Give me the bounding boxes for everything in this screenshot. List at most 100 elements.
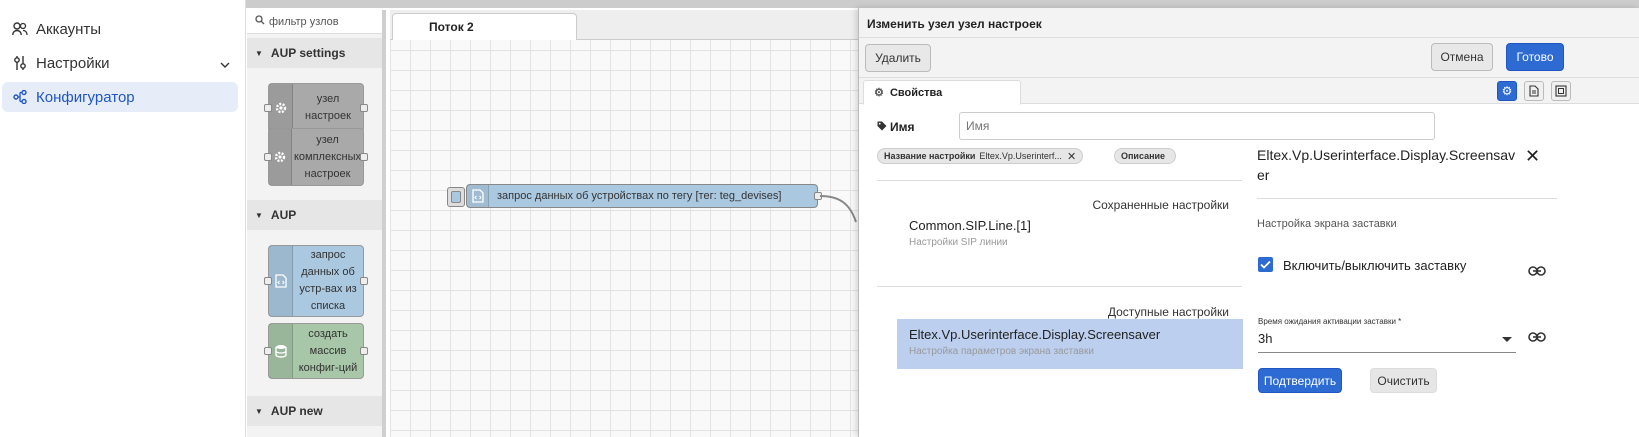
setting-title: Common.SIP.Line.[1] xyxy=(909,218,1031,233)
sidebar-item-label: Настройки xyxy=(36,54,110,72)
chip-setting-name: Название настройки Eltex.Vp.Userinterf..… xyxy=(877,148,1084,164)
gear-icon: ⚙ xyxy=(874,87,884,99)
description-tab-button[interactable] xyxy=(1524,81,1544,101)
output-port[interactable] xyxy=(360,347,368,355)
output-port[interactable] xyxy=(360,277,368,285)
triangle-down-icon: ▼ xyxy=(255,210,263,220)
timeout-select-value: 3h xyxy=(1258,331,1273,346)
sliders-icon xyxy=(10,55,30,71)
inject-button[interactable] xyxy=(447,187,465,207)
tray-title: Изменить узел узел настроек xyxy=(859,8,1639,38)
confirm-button[interactable]: Подтвердить xyxy=(1258,368,1342,393)
input-port[interactable] xyxy=(264,347,272,355)
palette-node-label: создать массив конфиг-ций xyxy=(298,327,358,374)
tab-properties[interactable]: ⚙ Свойства xyxy=(863,80,1021,105)
flow-node-label: запрос данных об устройствах по тегу [те… xyxy=(497,190,782,202)
palette-node-label: узел настроек xyxy=(305,93,351,122)
done-button[interactable]: Готово xyxy=(1506,43,1564,71)
link-icon[interactable] xyxy=(1528,265,1546,277)
palette-filter[interactable]: фильтр узлов xyxy=(247,10,382,34)
setting-subtitle: Настройки SIP линии xyxy=(909,237,1008,248)
sidebar-item-accounts[interactable]: Аккаунты xyxy=(2,14,238,44)
screensaver-checkbox-label: Включить/выключить заставку xyxy=(1283,258,1467,273)
setting-title: Eltex.Vp.Userinterface.Display.Screensav… xyxy=(909,327,1161,342)
palette-category-label: AUP settings xyxy=(270,46,346,60)
tag-icon xyxy=(877,120,887,134)
sidebar-item-label: Аккаунты xyxy=(36,20,102,38)
flow-workspace[interactable]: Поток 2 запрос данных об устройствах по … xyxy=(390,10,858,437)
output-port[interactable] xyxy=(360,153,368,161)
output-port[interactable] xyxy=(360,104,368,112)
chevron-down-icon[interactable] xyxy=(220,55,230,72)
flow-node-request-by-tag[interactable]: запрос данных об устройствах по тегу [те… xyxy=(447,184,822,208)
check-icon xyxy=(1260,260,1271,269)
palette-node-label: узел комплексных настроек xyxy=(293,133,361,180)
tray-tabs: ⚙ Свойства ⚙ xyxy=(859,78,1639,105)
chip-description: Описание xyxy=(1114,148,1177,164)
available-settings-title: Доступные настройки xyxy=(1107,305,1229,319)
palette-filter-placeholder: фильтр узлов xyxy=(269,15,339,28)
dropdown-arrow-icon xyxy=(1502,337,1512,342)
setting-subtitle: Настройка параметров экрана заставки xyxy=(909,346,1094,357)
gear-icon xyxy=(269,129,292,185)
name-label: Имя xyxy=(877,120,915,134)
appearance-tab-button[interactable] xyxy=(1551,81,1571,101)
chip-key: Название настройки xyxy=(884,151,976,161)
flow-icon xyxy=(10,90,30,104)
name-field[interactable] xyxy=(959,112,1435,140)
saved-setting-item[interactable]: Common.SIP.Line.[1] Настройки SIP линии xyxy=(897,210,1243,256)
workspace-tabbar: Поток 2 xyxy=(390,10,858,40)
palette-category-label: AUP xyxy=(270,208,297,222)
input-port[interactable] xyxy=(264,277,272,285)
chip-value: Eltex.Vp.Userinterf... xyxy=(979,151,1062,161)
tray-toolbar: Удалить Отмена Готово xyxy=(859,38,1639,78)
clear-button[interactable]: Очистить xyxy=(1370,368,1437,393)
sidebar-item-configurator[interactable]: Конфигуратор xyxy=(2,82,238,112)
palette-category-aup-new[interactable]: ▼ AUP new xyxy=(247,396,382,426)
input-port[interactable] xyxy=(264,153,272,161)
database-icon xyxy=(269,324,293,378)
app-root: Аккаунты Настройки Конфигуратор фильтр у… xyxy=(0,0,1639,437)
users-icon xyxy=(10,22,30,36)
detail-description: Настройка экрана заставки xyxy=(1257,218,1397,230)
screensaver-checkbox[interactable] xyxy=(1258,257,1273,272)
truncated-menu-item xyxy=(10,0,70,2)
divider xyxy=(877,180,1242,181)
link-icon[interactable] xyxy=(1528,331,1546,343)
palette-category-aup-settings[interactable]: ▼ AUP settings xyxy=(247,38,382,68)
palette-node-request-devices[interactable]: запрос данных об устр-вах из списка xyxy=(264,245,368,317)
available-setting-item[interactable]: Eltex.Vp.Userinterface.Display.Screensav… xyxy=(897,319,1243,369)
tab-properties-label: Свойства xyxy=(889,87,943,99)
triangle-down-icon: ▼ xyxy=(255,48,263,58)
palette-node-create-configs[interactable]: создать массив конфиг-ций xyxy=(264,323,368,379)
sidebar-item-settings[interactable]: Настройки xyxy=(2,48,238,78)
palette-node-complex-settings[interactable]: узел комплексных настроек xyxy=(264,128,368,186)
divider xyxy=(877,286,1242,287)
palette-node-settings[interactable]: узел настроек xyxy=(264,83,368,133)
detail-title: Eltex.Vp.Userinterface.Display.Screensav… xyxy=(1257,147,1516,183)
edit-tray: Изменить узел узел настроек Удалить Отме… xyxy=(858,8,1639,437)
sidebar-item-label: Конфигуратор xyxy=(36,88,135,106)
cancel-button[interactable]: Отмена xyxy=(1431,43,1493,71)
delete-button[interactable]: Удалить xyxy=(865,44,931,72)
node-palette: фильтр узлов ▼ AUP settings узел настрое… xyxy=(247,10,386,437)
wire xyxy=(820,195,857,223)
triangle-down-icon: ▼ xyxy=(255,406,263,416)
timeout-select-label: Время ожидания активации заставки * xyxy=(1258,317,1402,326)
chip-key: Описание xyxy=(1121,151,1166,161)
timeout-select[interactable]: 3h xyxy=(1258,331,1516,353)
frame-icon xyxy=(1555,85,1567,97)
input-port[interactable] xyxy=(264,104,272,112)
close-icon[interactable]: ✕ xyxy=(1067,150,1076,163)
settings-tab-button[interactable]: ⚙ xyxy=(1497,81,1517,101)
palette-category-label: AUP new xyxy=(270,404,323,418)
divider xyxy=(1257,198,1557,199)
gear-icon: ⚙ xyxy=(1501,84,1513,98)
tab-flow-2[interactable]: Поток 2 xyxy=(392,13,577,40)
name-label-text: Имя xyxy=(890,120,915,134)
app-sidebar: Аккаунты Настройки Конфигуратор xyxy=(0,0,246,437)
close-icon[interactable]: ✕ xyxy=(1525,146,1540,167)
palette-category-aup[interactable]: ▼ AUP xyxy=(247,200,382,230)
top-strip xyxy=(246,0,1639,8)
gear-icon xyxy=(269,84,293,132)
